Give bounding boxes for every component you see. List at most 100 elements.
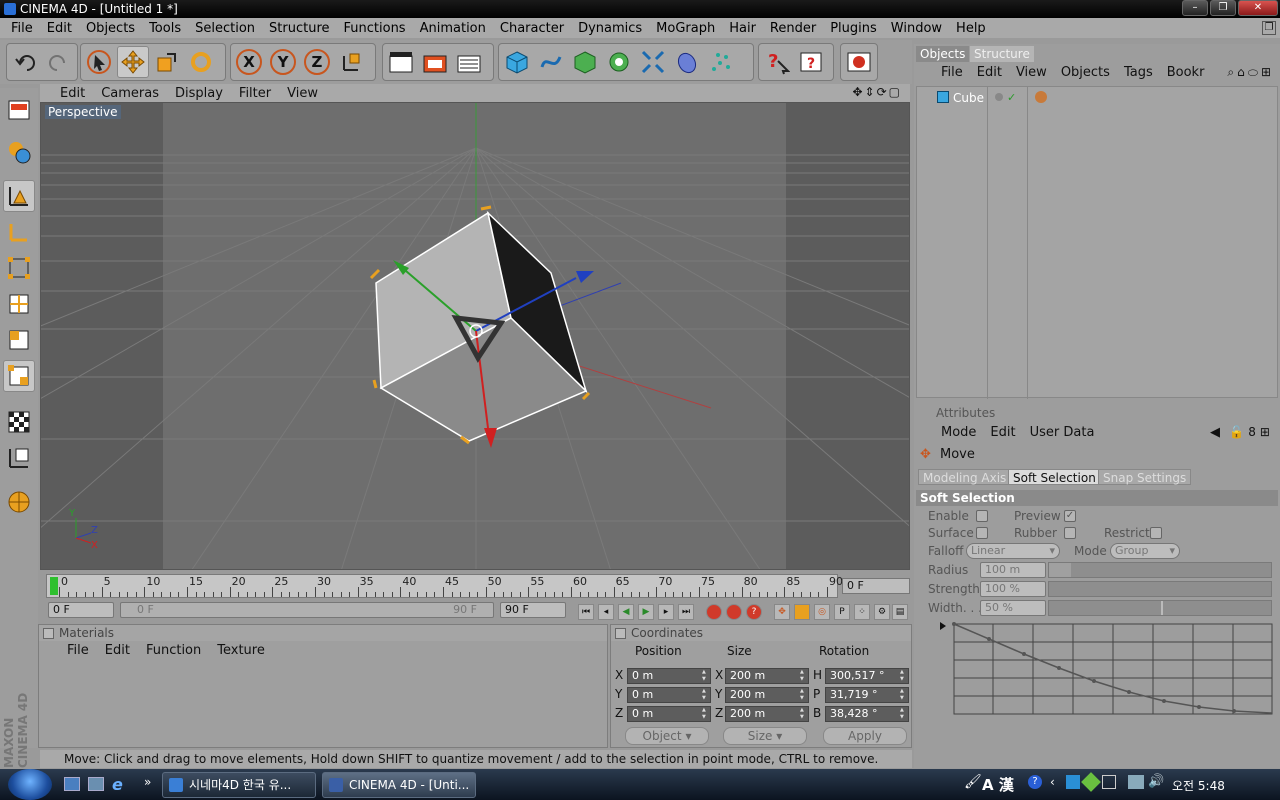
web-globe-icon[interactable]: [843, 46, 875, 78]
ie-quicklaunch-icon[interactable]: e: [112, 775, 123, 794]
cube-primitive-icon[interactable]: [501, 46, 533, 78]
tab-snap-settings[interactable]: Snap Settings: [1098, 469, 1192, 485]
menu-dynamics[interactable]: Dynamics: [571, 21, 649, 36]
mat-menu-edit[interactable]: Edit: [97, 643, 138, 658]
rot-h-field[interactable]: 300,517 °: [825, 668, 909, 684]
goto-end-icon[interactable]: ⏭: [678, 604, 694, 620]
coord-mode-select[interactable]: Object ▾: [625, 727, 709, 745]
obj-menu-view[interactable]: View: [1009, 65, 1054, 80]
menu-render[interactable]: Render: [763, 21, 823, 36]
close-button[interactable]: ✕: [1238, 0, 1278, 16]
ime-mode-indicator[interactable]: A 漢: [982, 774, 1014, 795]
deformer-icon[interactable]: [637, 46, 669, 78]
rubber-checkbox[interactable]: [1064, 527, 1076, 539]
play-forward-icon[interactable]: ▶: [638, 604, 654, 620]
frame-range-slider[interactable]: 0 F 90 F: [120, 602, 494, 618]
strength-slider[interactable]: [1048, 581, 1272, 597]
task-cinema4d[interactable]: CINEMA 4D - [Unti...: [322, 772, 476, 798]
tab-modeling-axis[interactable]: Modeling Axis: [918, 469, 1012, 485]
move-tool-icon[interactable]: [117, 46, 149, 78]
points-mode-icon[interactable]: [3, 252, 35, 284]
spline-pen-icon[interactable]: [535, 46, 567, 78]
radius-slider[interactable]: [1048, 562, 1272, 578]
obj-menu-file[interactable]: File: [934, 65, 970, 80]
switch-windows-icon[interactable]: [88, 777, 104, 791]
texture-mode-icon[interactable]: [3, 136, 35, 168]
obj-menu-edit[interactable]: Edit: [970, 65, 1009, 80]
apply-button[interactable]: Apply: [823, 727, 907, 745]
play-backward-icon[interactable]: ◀: [618, 604, 634, 620]
menu-window[interactable]: Window: [884, 21, 949, 36]
attr-menu-mode[interactable]: Mode: [934, 425, 983, 440]
edges-mode-icon[interactable]: [3, 288, 35, 320]
volume-icon[interactable]: 🔊: [1148, 774, 1164, 789]
vp-menu-filter[interactable]: Filter: [231, 86, 279, 101]
back-arrow-icon[interactable]: ◀: [1210, 425, 1220, 440]
mode-select[interactable]: Group ▾: [1110, 543, 1180, 559]
menu-functions[interactable]: Functions: [337, 21, 413, 36]
tray-expand-icon[interactable]: ‹: [1050, 775, 1055, 789]
start-button[interactable]: [8, 769, 52, 800]
key-position-icon[interactable]: ✥: [774, 604, 790, 620]
quicklaunch-expand-icon[interactable]: »: [144, 775, 151, 789]
width-field[interactable]: 50 %: [980, 600, 1046, 616]
task-ie[interactable]: 시네마4D 한국 유...: [162, 772, 316, 798]
obj-menu-tags[interactable]: Tags: [1117, 65, 1160, 80]
restrict-checkbox[interactable]: [1150, 527, 1162, 539]
obj-menu-bookmarks[interactable]: Bookr: [1160, 65, 1212, 80]
preview-checkbox[interactable]: ✓: [1064, 510, 1076, 522]
vp-menu-view[interactable]: View: [279, 86, 326, 101]
width-slider-handle[interactable]: [1161, 601, 1163, 615]
mat-menu-function[interactable]: Function: [138, 643, 209, 658]
falloff-select[interactable]: Linear ▾: [966, 543, 1060, 559]
tab-objects[interactable]: Objects: [916, 46, 970, 62]
tray-app-icon-2[interactable]: [1081, 772, 1101, 792]
model-mode-icon[interactable]: [3, 180, 35, 212]
select-arrow-icon[interactable]: [83, 46, 115, 78]
attr-menu-edit[interactable]: Edit: [983, 425, 1022, 440]
redo-icon[interactable]: [43, 46, 75, 78]
key-pla-icon[interactable]: ⁘: [854, 604, 870, 620]
z-axis-lock-button[interactable]: Z: [301, 46, 333, 78]
tab-soft-selection[interactable]: Soft Selection: [1008, 469, 1101, 485]
size-y-field[interactable]: 200 m: [725, 687, 809, 703]
obj-menu-objects[interactable]: Objects: [1054, 65, 1117, 80]
current-frame-field[interactable]: 0 F: [842, 578, 910, 594]
attr-menu-user-data[interactable]: User Data: [1023, 425, 1102, 440]
menu-hair[interactable]: Hair: [722, 21, 763, 36]
menu-animation[interactable]: Animation: [413, 21, 493, 36]
record-keys-icon[interactable]: [706, 604, 722, 620]
menu-selection[interactable]: Selection: [188, 21, 262, 36]
ime-help-icon[interactable]: ?: [1028, 775, 1042, 789]
network-icon[interactable]: [1128, 775, 1144, 789]
tray-app-icon-1[interactable]: [1066, 775, 1080, 789]
key-rotation-icon[interactable]: ◎: [814, 604, 830, 620]
schedule-icon[interactable]: ⚙: [874, 604, 890, 620]
menu-mograph[interactable]: MoGraph: [649, 21, 722, 36]
tray-app-icon-3[interactable]: [1102, 775, 1116, 789]
clock[interactable]: 오전 5:48: [1172, 777, 1225, 794]
prev-frame-icon[interactable]: ◂: [598, 604, 614, 620]
pos-z-field[interactable]: 0 m: [627, 706, 711, 722]
enable-checkbox[interactable]: [976, 510, 988, 522]
next-frame-icon[interactable]: ▸: [658, 604, 674, 620]
key-scale-icon[interactable]: [794, 604, 810, 620]
keyframe-help-icon[interactable]: ?: [746, 604, 762, 620]
menu-file[interactable]: File: [4, 21, 40, 36]
pos-x-field[interactable]: 0 m: [627, 668, 711, 684]
undo-icon[interactable]: [9, 46, 41, 78]
vp-menu-edit[interactable]: Edit: [52, 86, 93, 101]
attr-lock-icon[interactable]: 🔓8⊞: [1229, 425, 1274, 439]
tweak-mode-icon[interactable]: [3, 360, 35, 392]
viewport-perspective[interactable]: Y Z X Perspective: [40, 102, 910, 570]
restore-button[interactable]: ❐: [1210, 0, 1236, 16]
rotate-tool-icon[interactable]: [185, 46, 217, 78]
texture-axis-icon[interactable]: [3, 442, 35, 474]
particle-emitter-icon[interactable]: [705, 46, 737, 78]
vp-menu-cameras[interactable]: Cameras: [93, 86, 167, 101]
array-icon[interactable]: [603, 46, 635, 78]
texture-tag-icon[interactable]: [1035, 91, 1047, 103]
objects-search-icon[interactable]: ⌕⌂⬭⊞: [1227, 65, 1274, 80]
timeline-playhead[interactable]: [50, 577, 58, 595]
end-frame-field[interactable]: 90 F: [500, 602, 566, 618]
